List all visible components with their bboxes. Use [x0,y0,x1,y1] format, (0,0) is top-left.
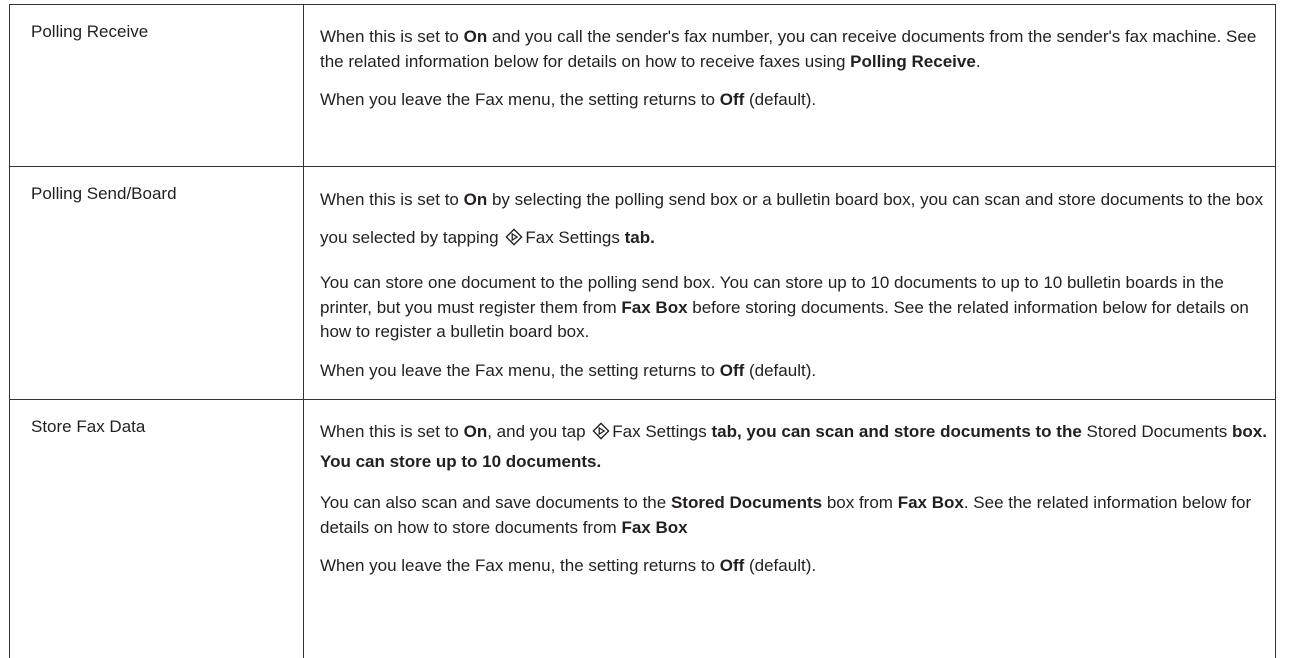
start-icon [505,228,523,246]
description-paragraph: When this is set to On, and you tap Fax … [320,422,1267,471]
description-paragraph: You can store one document to the pollin… [320,273,1249,341]
description-paragraph: You can also scan and save documents to … [320,493,1252,537]
setting-name: Polling Send/Board [10,167,304,399]
description-paragraph: When you leave the Fax menu, the setting… [320,556,817,575]
settings-table: Polling Receive When this is set to On a… [9,4,1276,658]
setting-description: When this is set to On by selecting the … [304,167,1275,399]
description-paragraph: When you leave the Fax menu, the setting… [320,90,817,109]
setting-name: Store Fax Data [10,400,304,658]
start-icon [592,422,610,440]
table-row: Store Fax Data When this is set to On, a… [10,400,1275,658]
description-paragraph: When this is set to On by selecting the … [320,190,1264,247]
table-row: Polling Receive When this is set to On a… [10,5,1275,167]
setting-name: Polling Receive [10,5,304,166]
description-paragraph: When you leave the Fax menu, the setting… [320,360,817,380]
setting-description: When this is set to On and you call the … [304,5,1275,166]
setting-description: When this is set to On, and you tap Fax … [304,400,1275,658]
description-paragraph: When this is set to On and you call the … [320,27,1257,71]
table-row: Polling Send/Board When this is set to O… [10,167,1275,400]
